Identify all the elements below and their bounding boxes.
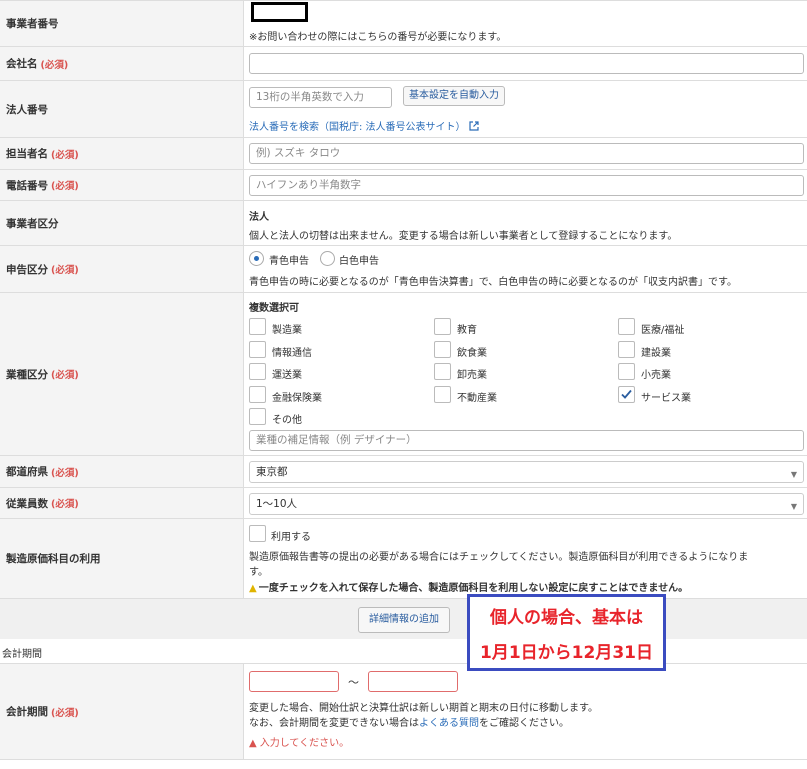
row-employees: 従業員数 (必須) 1〜10人 ▼ <box>0 488 807 519</box>
row-business-number: 事業者番号 ※お問い合わせの際にはこちらの番号が必要になります。 <box>0 1 807 47</box>
row-filing-type: 申告区分 (必須) 青色申告 白色申告 青色申告の時に必要となるのが「青色申告決算… <box>0 246 807 293</box>
industry-checkbox[interactable] <box>434 363 451 380</box>
industry-checkbox-label: 小売業 <box>641 370 671 381</box>
corporate-number-input[interactable]: 13桁の半角英数で入力 <box>249 87 392 108</box>
annotation-line-1: 個人の場合、基本は <box>490 608 643 628</box>
label-phone: 電話番号 (必須) <box>0 170 244 200</box>
details-band: 詳細情報の追加 <box>0 599 807 639</box>
row-business-type: 事業者区分 法人 個人と法人の切替は出来ません。変更する場合は新しい事業者として… <box>0 201 807 246</box>
employees-select[interactable]: 1〜10人 ▼ <box>249 493 804 515</box>
row-accounting-period: 会計期間 (必須) 〜 変更した場合、開始仕訳と決算仕訳は新しい期首と期末の日付に… <box>0 663 807 760</box>
label-company-name: 会社名 (必須) <box>0 47 244 80</box>
row-corporate-number: 法人番号 13桁の半角英数で入力 基本設定を自動入力 法人番号を検索（国税庁: … <box>0 81 807 138</box>
contact-name-input[interactable]: 例) スズキ タロウ <box>249 143 804 164</box>
filing-type-note: 青色申告の時に必要となるのが「青色申告決算書」で、白色申告の時に必要となるのが「… <box>249 277 737 288</box>
industry-checkbox-label: 製造業 <box>272 325 302 336</box>
industry-checkbox-label: 金融保険業 <box>272 392 322 404</box>
business-type-value: 法人 <box>249 212 269 223</box>
auto-fill-button[interactable]: 基本設定を自動入力 <box>403 86 505 106</box>
label-employees: 従業員数 (必須) <box>0 488 244 518</box>
industry-checkbox[interactable] <box>249 318 266 335</box>
industry-checkbox-label: 卸売業 <box>457 370 487 381</box>
industry-checkbox[interactable] <box>249 408 266 425</box>
accounting-error: ▲ 入力してください。 <box>249 738 350 749</box>
company-name-input[interactable] <box>249 53 804 74</box>
annotation-line-2: 1月1日から12月31日 <box>480 643 653 663</box>
industry-checkbox-label: 不動産業 <box>457 392 497 404</box>
business-number-note: ※お問い合わせの際にはこちらの番号が必要になります。 <box>249 32 507 43</box>
label-manufacturing-cost: 製造原価科目の利用 <box>0 519 244 598</box>
faq-link[interactable]: よくある質問 <box>419 718 479 729</box>
row-phone: 電話番号 (必須) ハイフンあり半角数字 <box>0 170 807 201</box>
accounting-note-1: 変更した場合、開始仕訳と決算仕訳は新しい期首と期末の日付に移動します。 <box>249 703 598 714</box>
industry-supplement-input[interactable]: 業種の補足情報（例 デザイナー） <box>249 430 804 451</box>
radio-white-filing-label: 白色申告 <box>339 256 379 267</box>
radio-white-filing[interactable] <box>320 251 335 266</box>
industry-checkbox-label: 医療/福祉 <box>641 325 685 336</box>
chevron-down-icon: ▼ <box>790 470 797 479</box>
industry-checkbox-label: サービス業 <box>641 392 691 404</box>
label-industry: 業種区分 (必須) <box>0 293 244 455</box>
accounting-section-title: 会計期間 <box>2 649 42 660</box>
manufacturing-cost-note-2: す。 <box>249 567 268 578</box>
industry-heading: 複数選択可 <box>249 303 299 314</box>
industry-checkbox-label: 教育 <box>457 325 477 336</box>
industry-checkbox[interactable] <box>434 340 451 358</box>
label-accounting-period: 会計期間 (必須) <box>0 664 244 759</box>
label-filing-type: 申告区分 (必須) <box>0 246 244 292</box>
industry-checkbox-label: 運送業 <box>272 370 302 381</box>
industry-checkbox[interactable] <box>618 318 635 335</box>
check-icon <box>621 389 632 399</box>
period-separator: 〜 <box>348 676 359 689</box>
row-company-name: 会社名 (必須) <box>0 47 807 81</box>
chevron-down-icon: ▼ <box>790 502 797 511</box>
industry-checkbox[interactable] <box>249 340 266 358</box>
manufacturing-cost-warning: ▲ 一度チェックを入れて保存した場合、製造原価科目を利用しない設定に戻すことはでき… <box>249 583 689 594</box>
external-link-icon <box>468 121 479 131</box>
industry-checkbox-label: 情報通信 <box>272 347 312 359</box>
label-business-type: 事業者区分 <box>0 201 244 245</box>
industry-checkbox-label: 建設業 <box>641 347 671 359</box>
industry-checkbox[interactable] <box>618 385 635 403</box>
label-prefecture: 都道府県 (必須) <box>0 456 244 487</box>
industry-checkbox[interactable] <box>618 363 635 380</box>
industry-checkbox[interactable] <box>434 385 451 403</box>
manufacturing-cost-note-1: 製造原価報告書等の提出の必要がある場合にはチェックしてください。製造原価科目が利… <box>249 552 749 563</box>
industry-checkbox-label: その他 <box>272 415 302 426</box>
industry-checkbox-label: 飲食業 <box>457 347 487 359</box>
manufacturing-cost-checkbox[interactable] <box>249 525 266 542</box>
corporate-number-search-link[interactable]: 法人番号を検索（国税庁: 法人番号公表サイト） <box>249 118 479 133</box>
row-contact-name: 担当者名 (必須) 例) スズキ タロウ <box>0 138 807 170</box>
radio-blue-filing-label: 青色申告 <box>269 256 309 267</box>
label-corporate-number: 法人番号 <box>0 81 244 137</box>
radio-blue-filing[interactable] <box>249 251 264 266</box>
industry-checkbox[interactable] <box>618 340 635 358</box>
warning-icon: ▲ <box>249 583 257 594</box>
row-prefecture: 都道府県 (必須) 東京都 ▼ <box>0 456 807 488</box>
row-manufacturing-cost: 製造原価科目の利用 利用する 製造原価報告書等の提出の必要がある場合にはチェック… <box>0 519 807 599</box>
redaction-box <box>251 2 308 22</box>
annotation-box: 個人の場合、基本は 1月1日から12月31日 <box>467 594 666 671</box>
accounting-note-2: なお、会計期間を変更できない場合はよくある質問をご確認ください。 <box>249 718 569 729</box>
prefecture-select[interactable]: 東京都 ▼ <box>249 461 804 483</box>
industry-checkbox[interactable] <box>249 385 266 403</box>
business-type-note: 個人と法人の切替は出来ません。変更する場合は新しい事業者として登録することになり… <box>249 231 678 242</box>
settings-form: 事業者番号 ※お問い合わせの際にはこちらの番号が必要になります。 会社名 (必須)… <box>0 0 807 599</box>
phone-input[interactable]: ハイフンあり半角数字 <box>249 175 804 196</box>
row-industry: 業種区分 (必須) 複数選択可 業種の補足情報（例 デザイナー） 製造業 教育 医療/… <box>0 293 807 456</box>
period-start-input[interactable] <box>249 671 339 692</box>
error-icon: ▲ <box>249 738 257 749</box>
industry-checkbox[interactable] <box>434 318 451 335</box>
manufacturing-cost-checkbox-label: 利用する <box>271 532 311 543</box>
period-end-input[interactable] <box>368 671 458 692</box>
label-contact-name: 担当者名 (必須) <box>0 138 244 169</box>
add-details-button[interactable]: 詳細情報の追加 <box>358 607 450 633</box>
industry-checkbox[interactable] <box>249 363 266 380</box>
label-business-number: 事業者番号 <box>0 1 244 46</box>
